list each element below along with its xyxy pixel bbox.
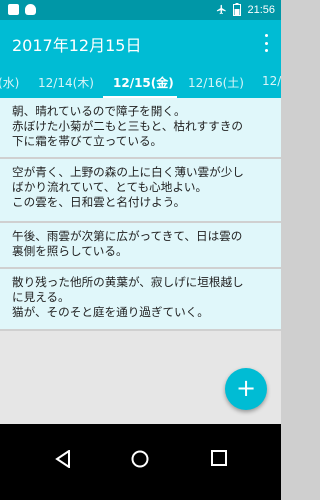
- system-nav-bar: [0, 424, 281, 500]
- list-item[interactable]: 午後、雨雲が次第に広がってきて、日は雲の 裏側を照らしている。: [0, 223, 281, 269]
- battery-icon: [233, 3, 242, 16]
- tab-12-14[interactable]: 12/14(木): [38, 74, 94, 91]
- entry-text: 午後、雨雲が次第に広がってきて、日は雲の 裏側を照らしている。: [12, 229, 243, 258]
- list-item[interactable]: 空が青く、上野の森の上に白く薄い雲が少し ばかり流れていて、とても心地よい。 こ…: [0, 159, 281, 223]
- tab-12-15[interactable]: 12/15(金): [113, 74, 174, 91]
- recents-icon[interactable]: [211, 450, 227, 466]
- cat-icon: [25, 4, 36, 15]
- status-bar: 21:56: [0, 0, 281, 20]
- entry-text: 空が青く、上野の森の上に白く薄い雲が少し ばかり流れていて、とても心地よい。 こ…: [12, 165, 244, 209]
- entry-text: 朝、晴れているので障子を開く。 赤ぼけた小菊が二もと三もと、枯れすすきの 下に霜…: [12, 104, 243, 148]
- back-icon[interactable]: [55, 450, 71, 468]
- notification-icon: [8, 4, 19, 15]
- clock: 21:56: [247, 3, 275, 16]
- airplane-icon: [217, 4, 227, 15]
- tab-next[interactable]: 12/: [262, 74, 281, 88]
- entry-text: 散り残った他所の黄葉が、寂しげに垣根越し に見える。 猫が、そのそと庭を通り過ぎ…: [12, 275, 244, 319]
- list-item[interactable]: 朝、晴れているので障子を開く。 赤ぼけた小菊が二もと三もと、枯れすすきの 下に霜…: [0, 98, 281, 159]
- list-item[interactable]: 散り残った他所の黄葉が、寂しげに垣根越し に見える。 猫が、そのそと庭を通り過ぎ…: [0, 269, 281, 331]
- date-tabs: (水) 12/14(木) 12/15(金) 12/16(土) 12/: [0, 66, 281, 98]
- page-title: 2017年12月15日: [12, 36, 142, 55]
- home-icon[interactable]: [131, 450, 149, 468]
- tab-12-16[interactable]: 12/16(土): [188, 74, 244, 91]
- app-bar: 2017年12月15日: [0, 20, 281, 66]
- more-vert-icon[interactable]: [263, 34, 269, 52]
- tab-prev[interactable]: (水): [0, 74, 19, 91]
- add-button[interactable]: +: [225, 368, 267, 410]
